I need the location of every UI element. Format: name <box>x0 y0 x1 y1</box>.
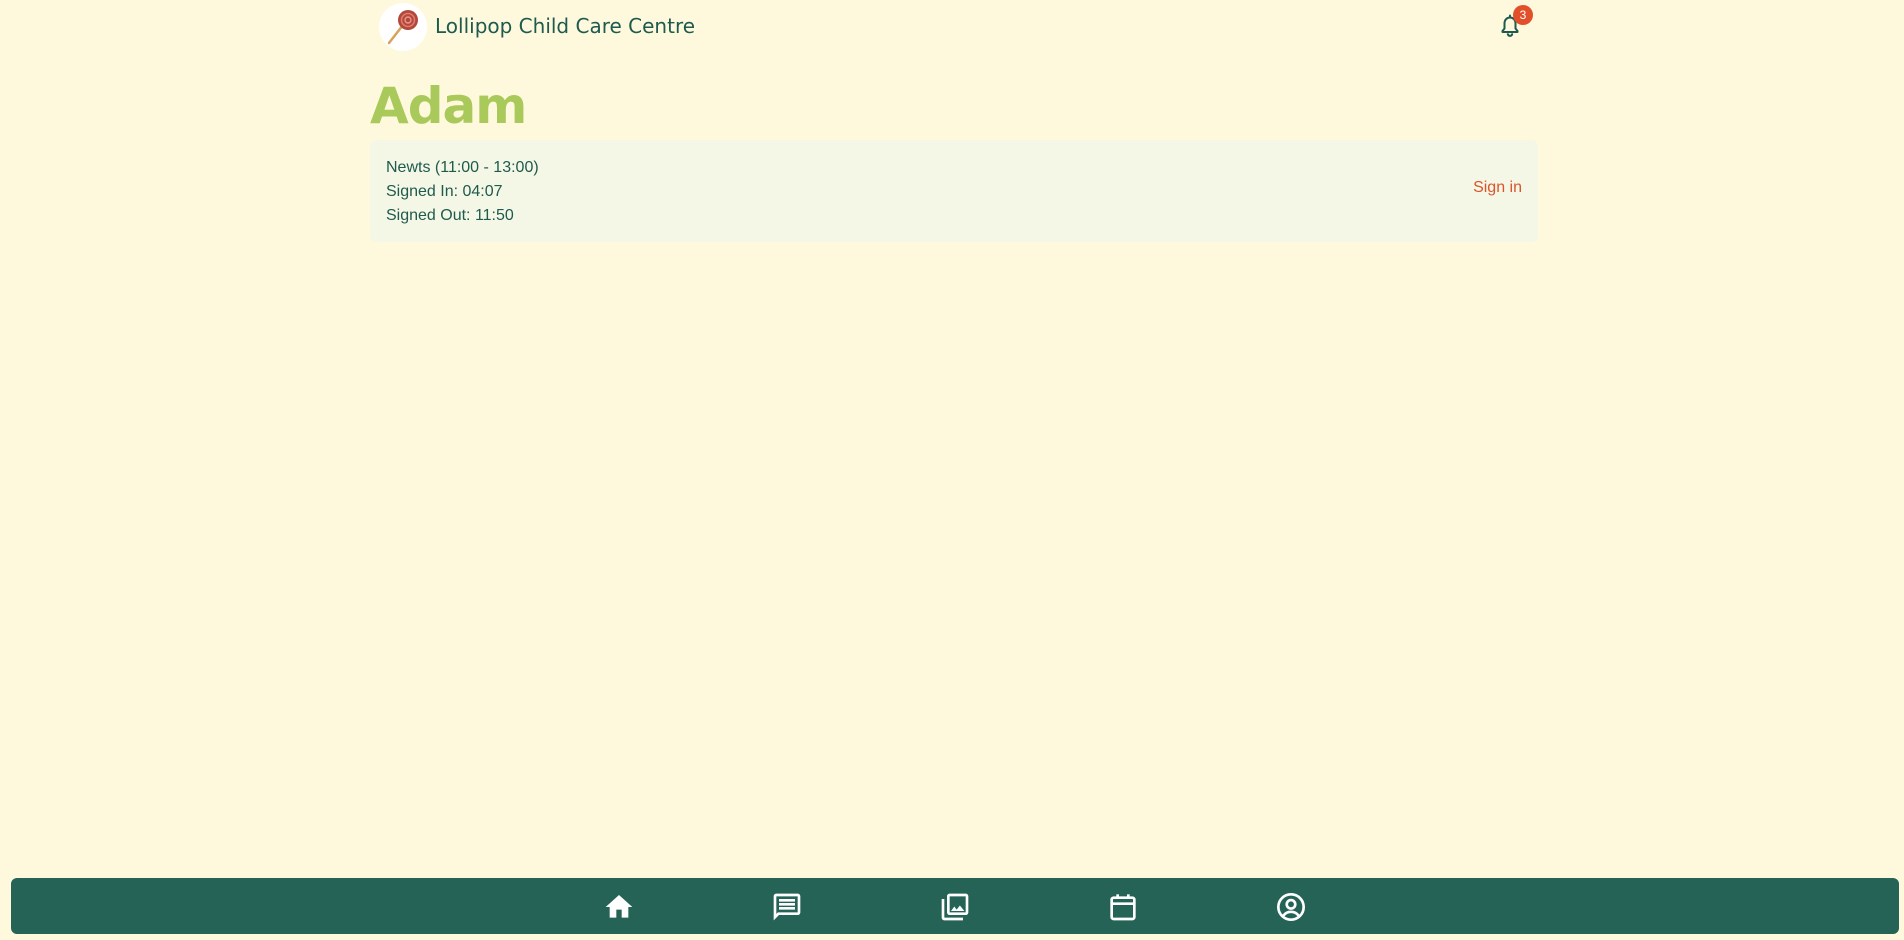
nav-profile-button[interactable] <box>1274 890 1308 924</box>
main-container: Lollipop Child Care Centre 3 Adam Newts … <box>370 0 1540 242</box>
profile-icon <box>1277 893 1305 921</box>
gallery-icon <box>941 893 969 921</box>
nav-gallery-button[interactable] <box>938 890 972 924</box>
notification-count-badge: 3 <box>1513 5 1533 25</box>
signed-in-time: Signed In: 04:07 <box>386 183 503 200</box>
sign-in-link[interactable]: Sign in <box>1473 179 1522 197</box>
session-card: Newts (11:00 - 13:00) Signed In: 04:07 S… <box>370 140 1538 242</box>
nav-messages-button[interactable] <box>770 890 804 924</box>
messages-icon <box>773 893 801 921</box>
session-room: Newts (11:00 - 13:00) <box>386 159 539 176</box>
home-icon <box>605 895 633 918</box>
lollipop-logo-icon[interactable] <box>379 3 427 51</box>
app-header: Lollipop Child Care Centre 3 <box>370 0 1540 54</box>
notifications-button[interactable]: 3 <box>1498 5 1533 40</box>
calendar-icon <box>1110 894 1136 921</box>
child-name-heading: Adam <box>370 77 527 135</box>
bottom-nav <box>11 878 1899 934</box>
app-title[interactable]: Lollipop Child Care Centre <box>435 14 695 38</box>
signed-out-time: Signed Out: 11:50 <box>386 207 514 224</box>
nav-home-button[interactable] <box>602 890 636 924</box>
page: Lollipop Child Care Centre 3 Adam Newts … <box>0 0 1904 940</box>
nav-calendar-button[interactable] <box>1106 890 1140 924</box>
